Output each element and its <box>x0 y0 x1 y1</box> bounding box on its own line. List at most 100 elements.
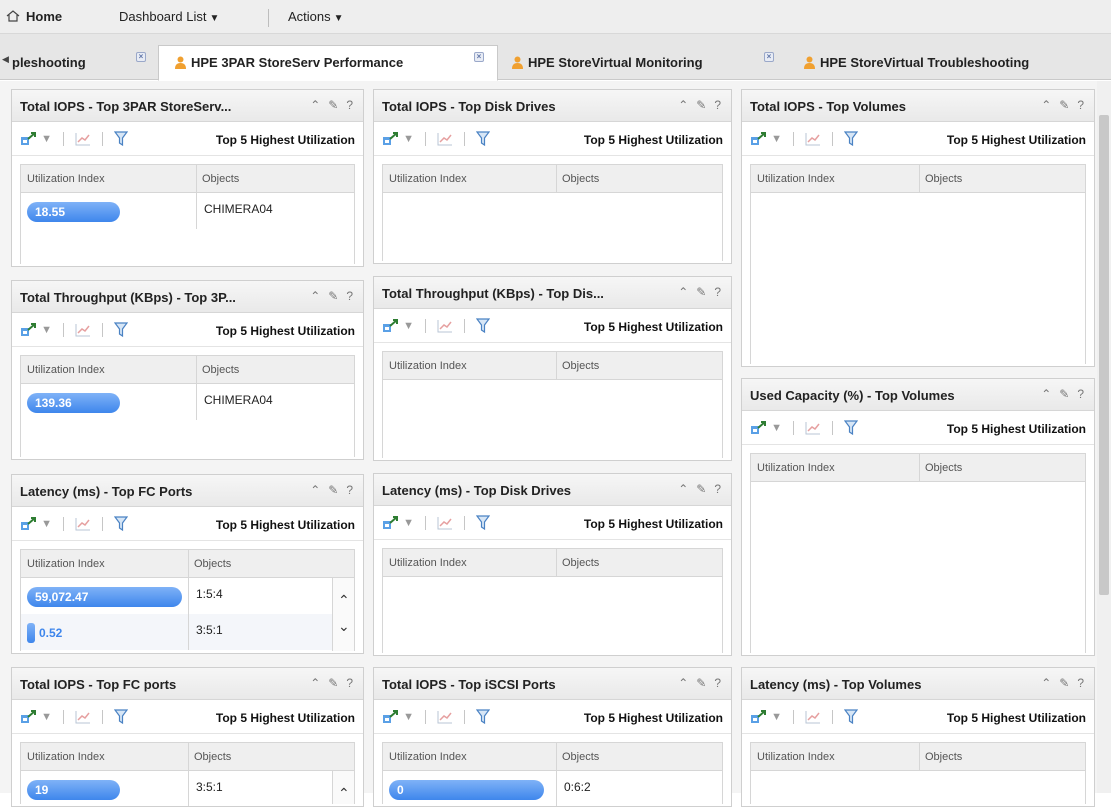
col-header-objects[interactable]: Objects <box>925 173 962 185</box>
edit-icon[interactable]: ✎ <box>328 483 338 497</box>
export-icon[interactable] <box>20 131 38 147</box>
export-dropdown-icon[interactable]: ▼ <box>41 518 52 530</box>
col-header-objects[interactable]: Objects <box>202 364 239 376</box>
collapse-icon[interactable]: ⌃ <box>1041 676 1051 690</box>
chart-icon[interactable] <box>437 132 453 146</box>
help-icon[interactable]: ? <box>714 676 721 690</box>
export-dropdown-icon[interactable]: ▼ <box>41 324 52 336</box>
filter-icon[interactable] <box>844 131 859 147</box>
actions-menu[interactable]: Actions ▼ <box>288 9 344 24</box>
col-header-objects[interactable]: Objects <box>194 558 231 570</box>
export-icon[interactable] <box>382 318 400 334</box>
edit-icon[interactable]: ✎ <box>1059 676 1069 690</box>
edit-icon[interactable]: ✎ <box>328 676 338 690</box>
export-dropdown-icon[interactable]: ▼ <box>771 711 782 723</box>
collapse-icon[interactable]: ⌃ <box>678 482 688 496</box>
scroll-up-icon[interactable]: ⌃ <box>338 785 350 802</box>
collapse-icon[interactable]: ⌃ <box>310 289 320 303</box>
help-icon[interactable]: ? <box>1077 387 1084 401</box>
tab-scroll-left-icon[interactable]: ◀ <box>2 54 9 65</box>
export-icon[interactable] <box>750 709 768 725</box>
col-header-utilization[interactable]: Utilization Index <box>27 364 105 376</box>
tab-storevirtual-monitoring[interactable]: HPE StoreVirtual Monitoring <box>512 46 703 80</box>
chart-icon[interactable] <box>75 132 91 146</box>
dashboard-list-menu[interactable]: Dashboard List ▼ <box>119 9 219 24</box>
filter-icon[interactable] <box>114 322 129 338</box>
edit-icon[interactable]: ✎ <box>696 285 706 299</box>
edit-icon[interactable]: ✎ <box>696 676 706 690</box>
home-menu[interactable]: Home <box>6 9 62 24</box>
grid-scrollbar[interactable]: ⌃⌄ <box>332 771 354 804</box>
table-row[interactable]: 139.36 CHIMERA04 <box>21 384 354 420</box>
help-icon[interactable]: ? <box>346 98 353 112</box>
table-row[interactable]: 0.52 3:5:1 <box>21 614 332 650</box>
chart-icon[interactable] <box>75 710 91 724</box>
collapse-icon[interactable]: ⌃ <box>310 676 320 690</box>
filter-icon[interactable] <box>476 515 491 531</box>
table-row[interactable]: 59,072.47 1:5:4 <box>21 578 332 614</box>
col-header-utilization[interactable]: Utilization Index <box>27 173 105 185</box>
col-header-utilization[interactable]: Utilization Index <box>27 558 105 570</box>
edit-icon[interactable]: ✎ <box>1059 98 1069 112</box>
help-icon[interactable]: ? <box>346 676 353 690</box>
col-header-utilization[interactable]: Utilization Index <box>389 751 467 763</box>
col-header-utilization[interactable]: Utilization Index <box>27 751 105 763</box>
collapse-icon[interactable]: ⌃ <box>310 483 320 497</box>
export-icon[interactable] <box>382 131 400 147</box>
col-header-objects[interactable]: Objects <box>562 557 599 569</box>
export-dropdown-icon[interactable]: ▼ <box>771 422 782 434</box>
filter-icon[interactable] <box>476 318 491 334</box>
grid-scrollbar[interactable]: ⌃⌄ <box>332 578 354 651</box>
export-dropdown-icon[interactable]: ▼ <box>41 133 52 145</box>
help-icon[interactable]: ? <box>714 285 721 299</box>
help-icon[interactable]: ? <box>1077 98 1084 112</box>
chart-icon[interactable] <box>437 710 453 724</box>
collapse-icon[interactable]: ⌃ <box>310 98 320 112</box>
collapse-icon[interactable]: ⌃ <box>678 98 688 112</box>
export-dropdown-icon[interactable]: ▼ <box>403 711 414 723</box>
filter-icon[interactable] <box>476 131 491 147</box>
close-icon[interactable]: × <box>136 52 146 62</box>
filter-icon[interactable] <box>844 709 859 725</box>
close-icon[interactable]: × <box>474 52 484 62</box>
export-icon[interactable] <box>750 420 768 436</box>
page-scrollbar[interactable] <box>1097 81 1111 793</box>
col-header-objects[interactable]: Objects <box>562 360 599 372</box>
help-icon[interactable]: ? <box>346 289 353 303</box>
export-icon[interactable] <box>20 322 38 338</box>
tab-storevirtual-troubleshooting[interactable]: HPE StoreVirtual Troubleshooting <box>804 46 1029 80</box>
export-icon[interactable] <box>382 709 400 725</box>
collapse-icon[interactable]: ⌃ <box>1041 387 1051 401</box>
export-dropdown-icon[interactable]: ▼ <box>41 711 52 723</box>
col-header-objects[interactable]: Objects <box>925 462 962 474</box>
collapse-icon[interactable]: ⌃ <box>678 676 688 690</box>
export-icon[interactable] <box>382 515 400 531</box>
tab-3par-performance[interactable]: HPE 3PAR StoreServ Performance <box>158 45 498 81</box>
export-icon[interactable] <box>20 516 38 532</box>
collapse-icon[interactable]: ⌃ <box>678 285 688 299</box>
export-dropdown-icon[interactable]: ▼ <box>403 517 414 529</box>
export-icon[interactable] <box>750 131 768 147</box>
chart-icon[interactable] <box>75 517 91 531</box>
help-icon[interactable]: ? <box>346 483 353 497</box>
filter-icon[interactable] <box>114 131 129 147</box>
col-header-utilization[interactable]: Utilization Index <box>757 751 835 763</box>
help-icon[interactable]: ? <box>714 482 721 496</box>
filter-icon[interactable] <box>114 516 129 532</box>
col-header-utilization[interactable]: Utilization Index <box>757 462 835 474</box>
col-header-objects[interactable]: Objects <box>925 751 962 763</box>
edit-icon[interactable]: ✎ <box>696 482 706 496</box>
col-header-utilization[interactable]: Utilization Index <box>389 360 467 372</box>
edit-icon[interactable]: ✎ <box>328 289 338 303</box>
chart-icon[interactable] <box>75 323 91 337</box>
chart-icon[interactable] <box>437 319 453 333</box>
edit-icon[interactable]: ✎ <box>1059 387 1069 401</box>
edit-icon[interactable]: ✎ <box>696 98 706 112</box>
filter-icon[interactable] <box>114 709 129 725</box>
export-dropdown-icon[interactable]: ▼ <box>771 133 782 145</box>
export-dropdown-icon[interactable]: ▼ <box>403 320 414 332</box>
tab-troubleshooting[interactable]: pleshooting <box>12 46 86 80</box>
edit-icon[interactable]: ✎ <box>328 98 338 112</box>
scroll-down-icon[interactable]: ⌄ <box>338 618 350 635</box>
col-header-utilization[interactable]: Utilization Index <box>389 173 467 185</box>
